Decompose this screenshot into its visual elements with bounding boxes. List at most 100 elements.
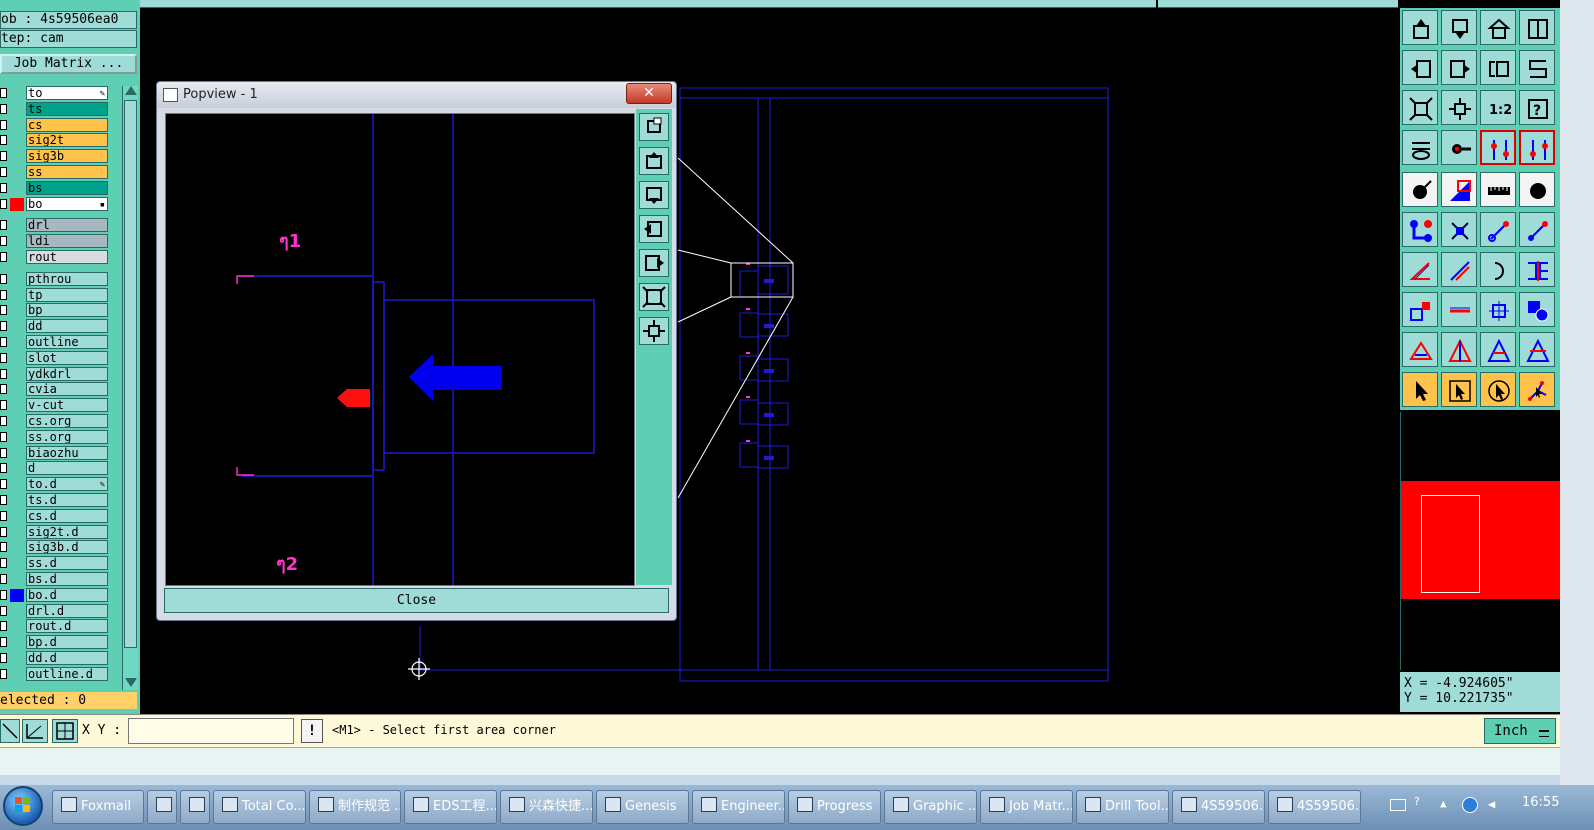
layer-row[interactable]: biaozhu (0, 445, 112, 461)
layer-name[interactable]: sig3b.d (26, 540, 108, 555)
layer-name[interactable]: tp (26, 287, 108, 302)
layer-name[interactable]: outline.d (26, 666, 108, 681)
layer-name[interactable]: cs.d (26, 508, 108, 523)
layer-checkbox[interactable] (0, 236, 7, 247)
layer-row[interactable]: dd.d (0, 651, 112, 666)
clock[interactable]: 16:55 (1522, 795, 1559, 810)
layer-name[interactable]: ydkdrl (26, 366, 108, 381)
layer-checkbox[interactable] (0, 447, 7, 458)
zoom-out-icon[interactable] (639, 283, 669, 311)
layer-checkbox[interactable] (0, 463, 7, 474)
layer-checkbox[interactable] (0, 252, 7, 262)
zoom-center-icon[interactable] (1441, 90, 1477, 125)
layer-name[interactable]: drl.d (26, 603, 108, 618)
taskbar-item[interactable]: 4S59506... (1172, 790, 1265, 824)
layer-row[interactable]: drl.d (0, 603, 112, 619)
layer-name[interactable]: v-cut (26, 398, 108, 413)
transform-icon[interactable] (1402, 292, 1438, 327)
taskbar-item[interactable]: Job Matr... (980, 790, 1073, 824)
layer-row[interactable]: drl (0, 218, 112, 233)
select-net-icon[interactable] (1519, 372, 1555, 407)
layer-name[interactable]: sig3b (26, 149, 108, 164)
taskbar-item[interactable]: Total Co... (213, 790, 306, 824)
taskbar-item[interactable] (147, 790, 177, 824)
layer-row[interactable]: pthrou (0, 271, 112, 287)
layer-name[interactable]: bo ▪ (26, 196, 108, 211)
layer-checkbox[interactable] (0, 289, 7, 300)
layer-row[interactable]: dd (0, 319, 112, 334)
taskbar-item[interactable]: Foxmail (52, 790, 144, 824)
units-selector[interactable]: Inch (1484, 718, 1556, 744)
layer-name[interactable]: d (26, 461, 108, 476)
layer-checkbox[interactable] (0, 637, 7, 648)
volume-icon[interactable]: ◀ (1488, 797, 1495, 811)
layer-checkbox[interactable] (0, 119, 7, 130)
layer-checkbox[interactable] (0, 574, 7, 584)
taskbar-item[interactable]: 4S59506... (1268, 790, 1361, 824)
layer-checkbox[interactable] (0, 368, 7, 379)
layer-row[interactable]: ss (0, 165, 112, 180)
layer-name[interactable]: sig2t.d (26, 524, 108, 539)
layer-row[interactable]: bp (0, 303, 112, 318)
layer-checkbox[interactable] (0, 352, 7, 363)
layer-row[interactable]: sig2t (0, 133, 112, 148)
layer-checkbox[interactable] (0, 384, 7, 395)
popview-titlebar[interactable]: Popview - 1 ✕ (157, 82, 676, 108)
taskbar-item[interactable] (180, 790, 210, 824)
triangle-split-icon[interactable] (1519, 332, 1555, 367)
layer-name[interactable]: rout.d (26, 619, 108, 634)
ruler-icon[interactable] (1480, 172, 1516, 207)
layer-checkbox[interactable] (0, 510, 7, 521)
pan-right-icon[interactable] (639, 249, 669, 277)
job-matrix-button[interactable]: Job Matrix ... (0, 54, 137, 74)
swap-icon[interactable] (1480, 50, 1516, 85)
layer-name[interactable]: ldi (26, 234, 108, 249)
layer-row[interactable]: ss.org (0, 429, 112, 445)
layer-name[interactable]: to ✎ (26, 86, 108, 100)
layer-name[interactable]: bp.d (26, 635, 108, 650)
select-box-icon[interactable] (1441, 372, 1477, 407)
layer-checkbox[interactable] (0, 605, 7, 616)
taskbar-item[interactable]: Genesis (596, 790, 689, 824)
layer-checkbox[interactable] (0, 321, 7, 332)
layer-checkbox[interactable] (0, 589, 7, 600)
layer-list-scrollbar[interactable] (122, 86, 138, 690)
split-icon[interactable] (1519, 252, 1555, 287)
popview-close-icon[interactable]: ✕ (626, 83, 672, 104)
layer-name[interactable]: cs.org (26, 414, 108, 428)
measure-pins-icon[interactable] (1480, 130, 1516, 165)
network-icon[interactable] (1462, 797, 1478, 813)
zoom-in-icon[interactable] (639, 317, 669, 345)
layer-row[interactable]: outline.d (0, 666, 112, 682)
delete-node-icon[interactable] (1441, 212, 1477, 247)
layer-up-icon[interactable] (1402, 10, 1438, 45)
layer-checkbox[interactable] (0, 305, 7, 316)
center-pad-icon[interactable] (1480, 292, 1516, 327)
overview-view-box[interactable] (1421, 495, 1480, 593)
layer-checkbox[interactable] (0, 337, 7, 347)
pan-left-icon[interactable] (639, 215, 669, 243)
layer-row[interactable]: sig3b.d (0, 540, 112, 555)
layer-checkbox[interactable] (0, 135, 7, 146)
scale-1-2-icon[interactable]: 1:2 (1480, 90, 1516, 125)
layer-name[interactable]: pthrou (26, 271, 108, 286)
layer-row[interactable]: v-cut (0, 398, 112, 413)
add-pad-icon[interactable] (1402, 172, 1438, 207)
layer-checkbox[interactable] (0, 558, 7, 569)
popview-close-button[interactable]: Close (164, 588, 669, 613)
layer-name[interactable]: cs (26, 117, 108, 132)
layer-row[interactable]: cs.org (0, 414, 112, 429)
layer-row[interactable]: to.d ✎ (0, 477, 112, 492)
layer-name[interactable]: ts.d (26, 493, 108, 507)
layer-checkbox[interactable] (0, 542, 7, 553)
layer-name[interactable]: biaozhu (26, 445, 108, 460)
xy-input[interactable] (128, 718, 294, 744)
layer-name[interactable]: slot (26, 350, 108, 365)
layer-checkbox[interactable] (0, 273, 7, 284)
scroll-up-arrow-icon[interactable] (125, 86, 137, 95)
layer-name[interactable]: ts (26, 101, 108, 116)
taskbar-item[interactable]: 兴森快捷... (500, 790, 593, 824)
layer-checkbox[interactable] (0, 431, 7, 442)
zoom-fit-icon[interactable] (1402, 90, 1438, 125)
window-icon[interactable] (1519, 10, 1555, 45)
